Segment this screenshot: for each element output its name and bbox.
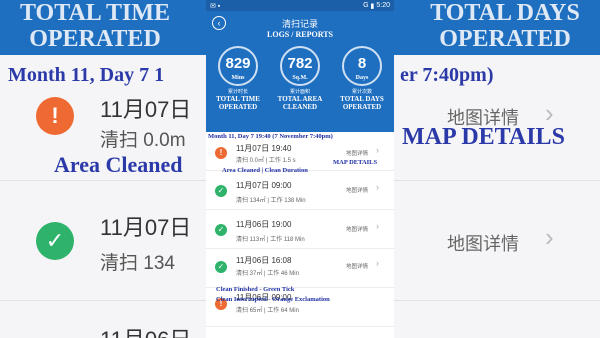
background-row1-date: 11月07日 [100, 97, 192, 122]
stat-label-en-line1: TOTAL DAYS [340, 95, 384, 103]
record-date: 11月06日 19:00 [236, 219, 291, 230]
status-left-icons: ✉ ▪ [210, 2, 221, 10]
background-row1-detail: 清扫 0.0m [100, 130, 186, 151]
stat-label-cn: 累计次数 [351, 89, 372, 95]
stat-ring: 782 Sq.M. [280, 46, 320, 86]
record-time: 16:08 [271, 256, 292, 265]
annotation-clean-finished: Clean Finished - Green Tick [216, 286, 295, 293]
status-bar: ✉ ▪ G ▮ 5:20 [206, 0, 394, 11]
stat-label-cn: 累计面积 [289, 89, 310, 95]
stat-label-en: TOTAL AREA CLEANED [271, 95, 329, 111]
annotation-map-details: MAP DETAILS [333, 159, 378, 166]
stat-label-en-line1: TOTAL TIME [216, 95, 260, 103]
record-date: 11月07日 09:00 [236, 180, 291, 191]
background-chevron-icon: › [545, 98, 554, 128]
stat-label-en-line2: OPERATED [218, 103, 258, 111]
stat-label-en-line1: TOTAL AREA [277, 95, 323, 103]
stat-value: 8 [357, 55, 367, 72]
record-time: 19:40 [271, 144, 292, 153]
record-time: 09:00 [271, 181, 292, 190]
background-title-right-line2: OPERATED [439, 26, 571, 52]
stat-label-en-line2: OPERATED [342, 103, 382, 111]
record-detail: 清扫 113㎡ | 工作 118 Min [236, 237, 305, 243]
page-title: 清扫记录 [281, 19, 318, 29]
phone-screen: ✉ ▪ G ▮ 5:20 ‹ 清扫记录 LOGS / REPORTS 829 M… [206, 0, 394, 338]
list-item[interactable]: ✓ 11月06日 16:08 清扫 37㎡ | 工作 46 Min 地图详情 › [206, 249, 394, 288]
background-row2-map: 地图详情 [447, 234, 519, 254]
stat-label-en-line2: CLEANED [282, 103, 318, 111]
stat-total-area: 782 Sq.M. 累计面积 TOTAL AREA CLEANED [271, 46, 329, 111]
background-exclamation-icon: ! [36, 97, 74, 135]
stat-value: 782 [287, 55, 313, 72]
records-list: Month 11, Day 7 19:40 (7 November 7:40pm… [206, 132, 394, 327]
record-detail: 清扫 65㎡ | 工作 64 Min [236, 308, 299, 314]
background-chevron-icon: › [545, 222, 554, 252]
background-title-left-line1: TOTAL TIME [19, 0, 171, 26]
background-annotation-area: Area Cleaned [54, 152, 183, 177]
stat-ring: 8 Days [342, 46, 382, 86]
stat-total-time: 829 Mins 累计时长 TOTAL TIME OPERATED [209, 46, 267, 111]
background-row3-date: 11月06日 [100, 322, 191, 338]
check-icon: ✓ [215, 185, 227, 197]
chevron-right-icon: › [376, 221, 379, 231]
stat-label-cn: 累计时长 [227, 89, 248, 95]
background-check-icon: ✓ [36, 222, 74, 260]
record-date-day: 11月06日 [236, 220, 270, 229]
map-details-link[interactable]: 地图详情 [346, 262, 368, 270]
stat-value: 829 [225, 55, 251, 72]
record-date-day: 11月06日 [236, 256, 270, 265]
stat-ring: 829 Mins [218, 46, 258, 86]
stat-total-days: 8 Days 累计次数 TOTAL DAYS OPERATED [333, 46, 391, 111]
map-details-link[interactable]: 地图详情 [346, 186, 368, 194]
map-details-link[interactable]: 地图详情 [346, 149, 368, 157]
list-item[interactable]: ! 11月06日 09:00 清扫 65㎡ | 工作 64 Min [206, 288, 394, 327]
check-icon: ✓ [215, 224, 227, 236]
stat-unit: Sq.M. [292, 75, 308, 81]
signal-icon: G [363, 2, 369, 9]
record-detail: 清扫 134㎡ | 工作 138 Min [236, 198, 306, 204]
annotation-area-duration: Area Cleaned | Clean Duration [222, 167, 308, 174]
chevron-right-icon: › [376, 182, 379, 192]
background-title-right-line1: TOTAL DAYS [430, 0, 580, 26]
background-title-right: TOTAL DAYS OPERATED [410, 0, 600, 52]
record-date-day: 11月07日 [236, 144, 270, 153]
check-icon: ✓ [215, 261, 227, 273]
page-subtitle-annotation: LOGS / REPORTS [267, 30, 333, 39]
record-detail: 清扫 0.0㎡ | 工作 1.5 s [236, 158, 296, 164]
list-item[interactable]: ✓ 11月06日 19:00 清扫 113㎡ | 工作 118 Min 地图详情… [206, 210, 394, 249]
background-title-left-line2: OPERATED [29, 26, 161, 52]
background-row2-date: 11月07日 [100, 215, 192, 240]
record-date: 11月07日 19:40 [236, 143, 291, 154]
logs-header: ‹ 清扫记录 LOGS / REPORTS 829 Mins 累计时长 TOTA… [206, 11, 394, 132]
exclamation-icon: ! [215, 147, 227, 159]
annotation-clean-interrupted: Clean Interrupted - Orange Exclamation [216, 296, 330, 303]
record-date: 11月06日 16:08 [236, 255, 291, 266]
record-time: 19:00 [271, 220, 292, 229]
background-row1-map: 地图详情 [447, 108, 519, 128]
list-item[interactable]: ✓ 11月07日 09:00 清扫 134㎡ | 工作 138 Min 地图详情… [206, 171, 394, 210]
stat-label-en: TOTAL DAYS OPERATED [333, 95, 391, 111]
background-title-left: TOTAL TIME OPERATED [0, 0, 190, 52]
battery-icon: ▮ [370, 2, 375, 10]
map-details-link[interactable]: 地图详情 [346, 225, 368, 233]
record-date-day: 11月07日 [236, 181, 270, 190]
background-row2-detail: 清扫 134 [100, 253, 175, 274]
background-annotation-month: Month 11, Day 7 1 [8, 64, 165, 86]
chevron-right-icon: › [376, 258, 379, 268]
status-time: 5:20 [376, 2, 390, 9]
record-detail: 清扫 37㎡ | 工作 46 Min [236, 271, 299, 277]
background-annotation-month-tail: er 7:40pm) [400, 64, 494, 86]
stat-label-en: TOTAL TIME OPERATED [209, 95, 267, 111]
status-right-icons: G ▮ 5:20 [363, 2, 390, 10]
chevron-right-icon: › [376, 145, 379, 155]
stat-unit: Mins [231, 75, 245, 81]
stat-unit: Days [355, 75, 369, 81]
